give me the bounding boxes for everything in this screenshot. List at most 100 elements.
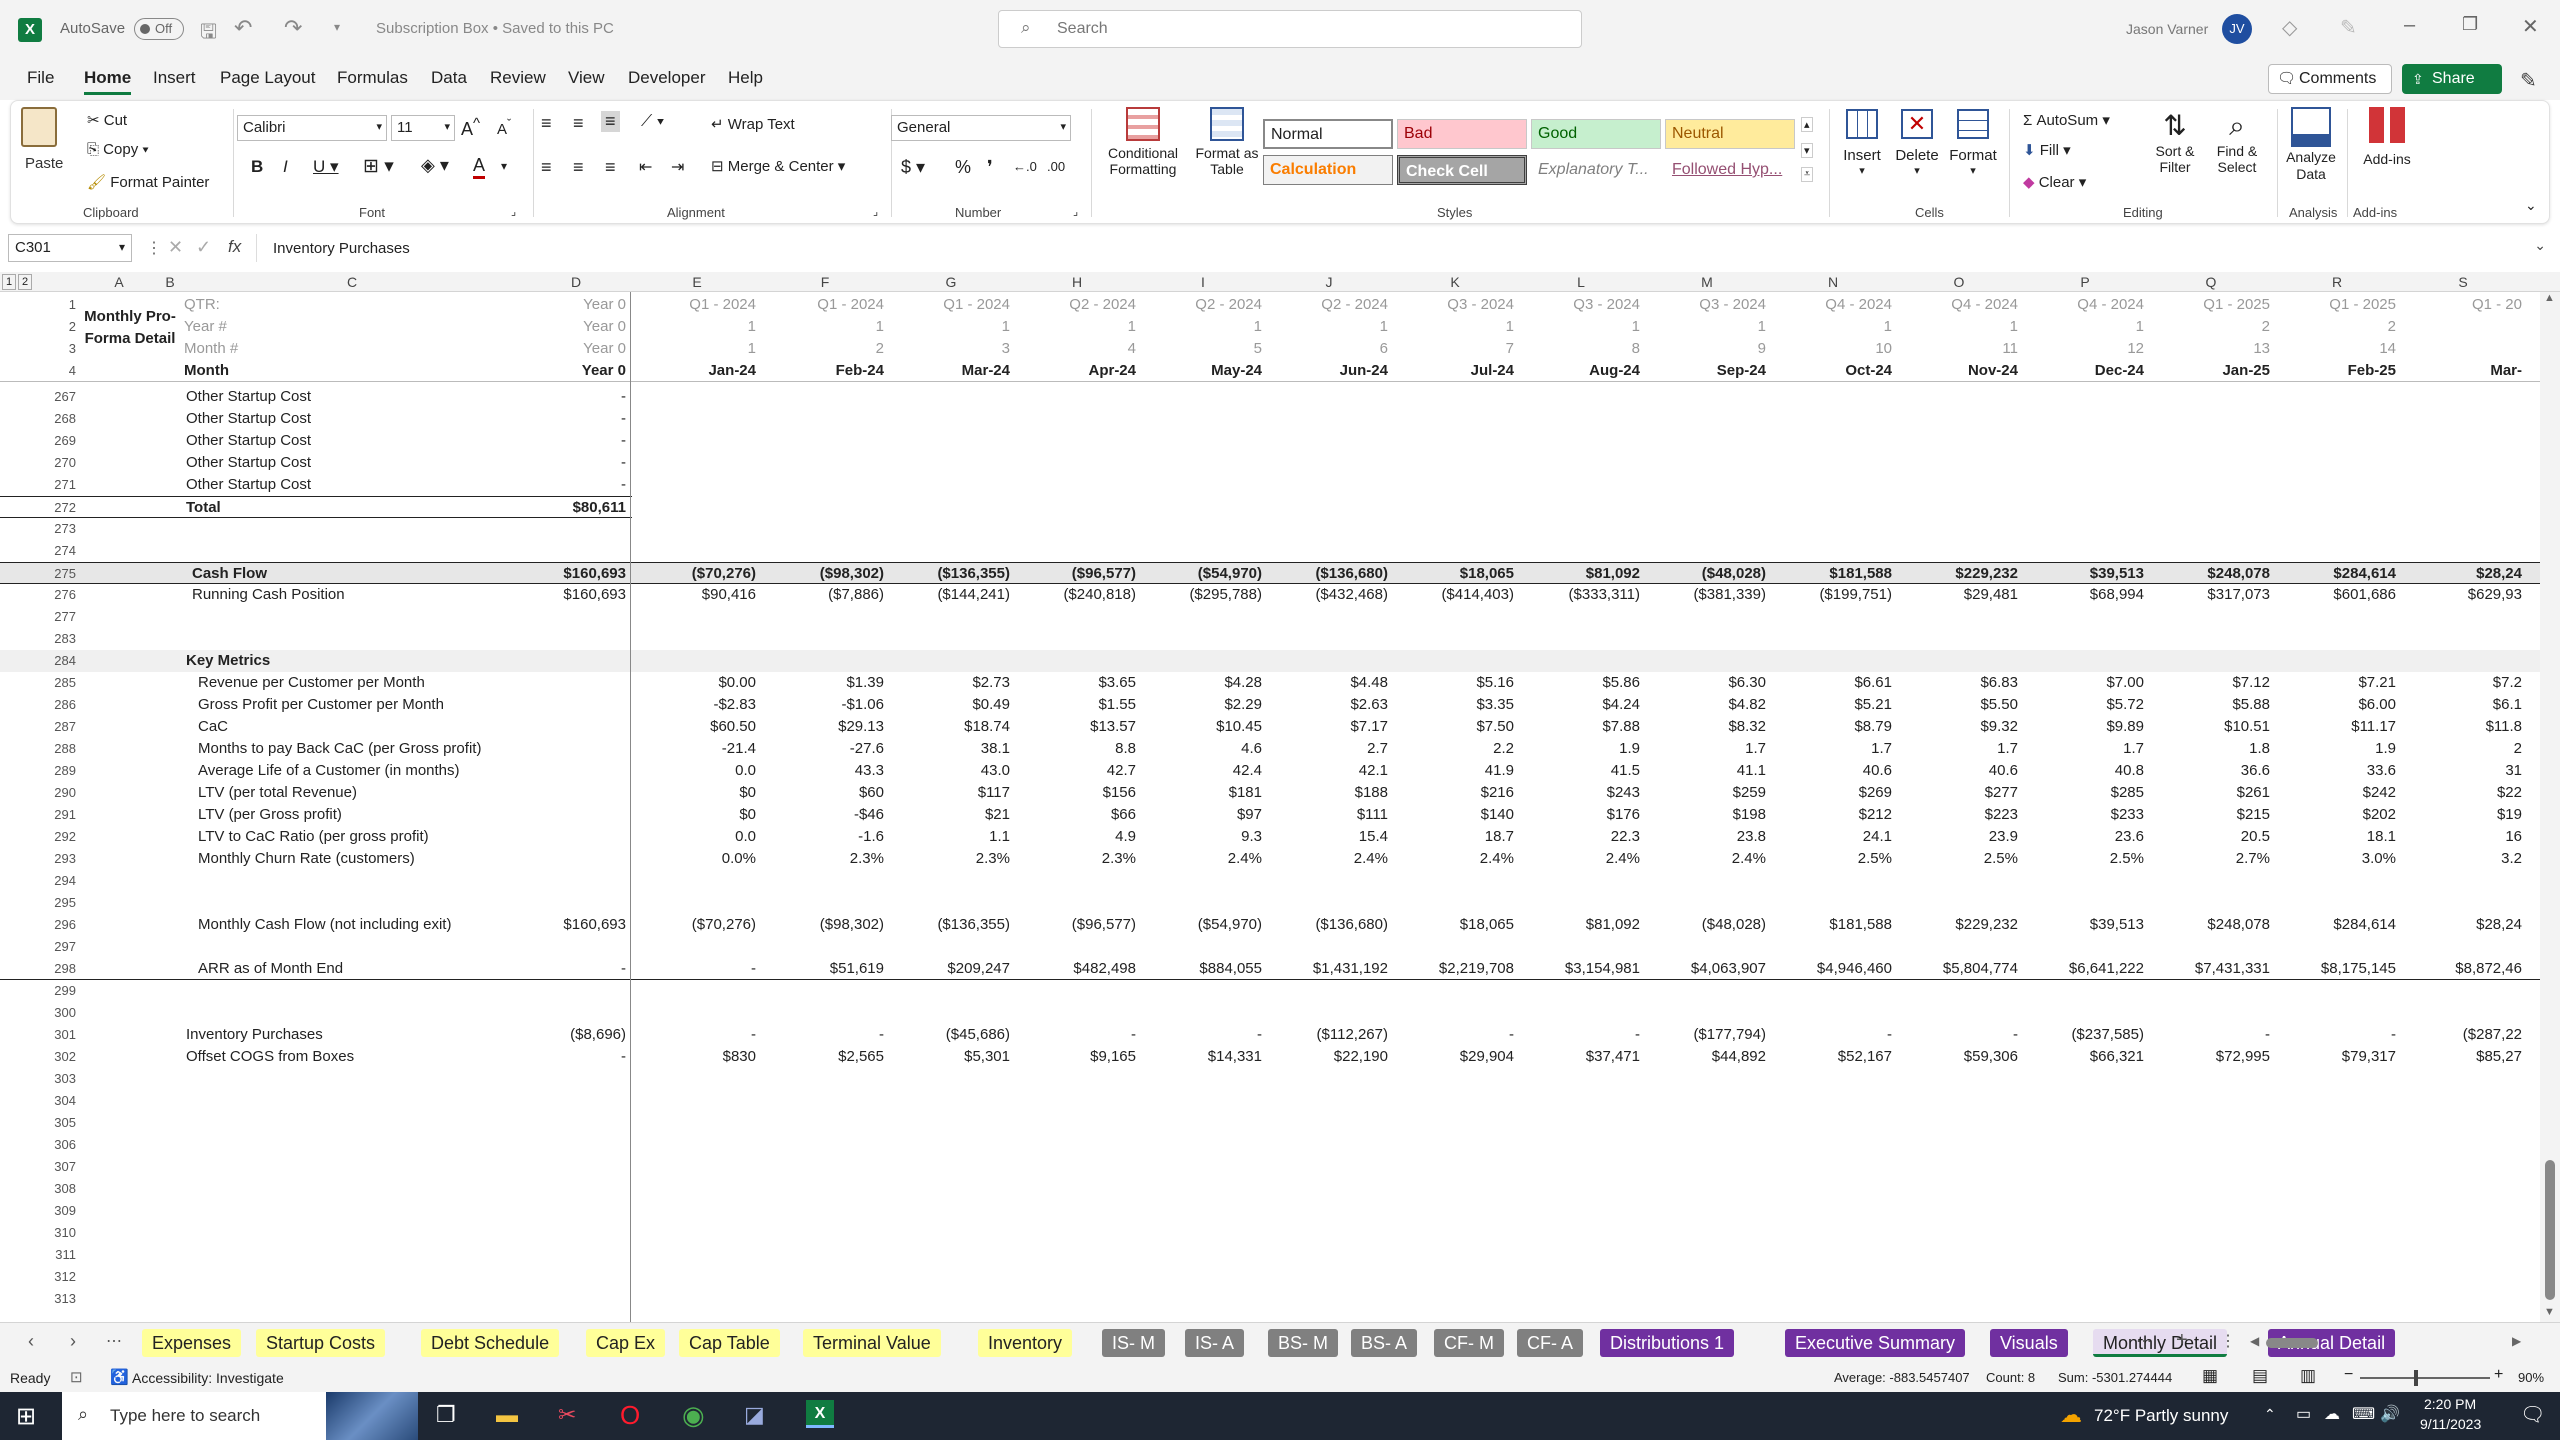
- style-calculation[interactable]: Calculation: [1263, 155, 1393, 185]
- font-name-select[interactable]: Calibri ▾: [237, 115, 387, 141]
- table-cell[interactable]: ($287,22: [2400, 1024, 2522, 1046]
- tab-prev-icon[interactable]: ‹: [28, 1331, 34, 1352]
- table-cell[interactable]: $215: [2148, 804, 2270, 826]
- table-cell[interactable]: $68,994: [2022, 584, 2144, 606]
- undo-icon[interactable]: ↶: [234, 15, 252, 41]
- table-cell[interactable]: 12: [2022, 338, 2144, 360]
- table-cell[interactable]: $216: [1392, 782, 1514, 804]
- table-cell[interactable]: $29,904: [1392, 1046, 1514, 1068]
- table-cell[interactable]: $0: [634, 782, 756, 804]
- table-cell[interactable]: $4.24: [1518, 694, 1640, 716]
- table-cell[interactable]: $3,154,981: [1518, 958, 1640, 980]
- menu-help[interactable]: Help: [728, 68, 763, 88]
- table-cell[interactable]: $5.72: [2022, 694, 2144, 716]
- row-number[interactable]: 295: [36, 892, 76, 914]
- table-cell[interactable]: $9.89: [2022, 716, 2144, 738]
- table-cell[interactable]: ($333,311): [1518, 584, 1640, 606]
- table-cell[interactable]: $884,055: [1140, 958, 1262, 980]
- table-cell[interactable]: $6.00: [2274, 694, 2396, 716]
- comma-icon[interactable]: ❜: [987, 157, 993, 178]
- task-view-icon[interactable]: ❐: [436, 1402, 456, 1428]
- table-cell[interactable]: $97: [1140, 804, 1262, 826]
- table-cell[interactable]: $601,686: [2274, 584, 2396, 606]
- column-header-k[interactable]: K: [1392, 272, 1518, 292]
- menu-data[interactable]: Data: [431, 68, 467, 88]
- row-label[interactable]: QTR:: [184, 294, 514, 316]
- table-cell[interactable]: 2.7%: [2148, 848, 2270, 870]
- column-header-c[interactable]: C: [182, 272, 522, 292]
- table-cell[interactable]: 41.1: [1644, 760, 1766, 782]
- table-cell[interactable]: 40.6: [1770, 760, 1892, 782]
- row-number[interactable]: 277: [36, 606, 76, 628]
- italic-icon[interactable]: I: [283, 157, 288, 177]
- menu-review[interactable]: Review: [490, 68, 546, 88]
- year0-cell[interactable]: -: [522, 958, 626, 980]
- year0-cell[interactable]: $160,693: [522, 914, 626, 936]
- year0-cell[interactable]: -: [522, 430, 626, 452]
- table-cell[interactable]: ($48,028): [1644, 914, 1766, 936]
- table-cell[interactable]: 11: [1896, 338, 2018, 360]
- row-number[interactable]: 291: [36, 804, 76, 826]
- scroll-left-icon[interactable]: ◀: [2250, 1334, 2259, 1348]
- expand-formula-icon[interactable]: ⌄: [2534, 237, 2546, 254]
- table-cell[interactable]: 0.0: [634, 826, 756, 848]
- table-cell[interactable]: $29.13: [762, 716, 884, 738]
- table-cell[interactable]: ($96,577): [1014, 563, 1136, 585]
- column-header-j[interactable]: J: [1266, 272, 1392, 292]
- table-cell[interactable]: -: [2148, 1024, 2270, 1046]
- year0-cell[interactable]: -: [522, 408, 626, 430]
- app-icon[interactable]: ◪: [744, 1402, 765, 1428]
- table-cell[interactable]: ($136,355): [888, 563, 1010, 585]
- chrome-icon[interactable]: ◉: [682, 1400, 705, 1431]
- decrease-indent-icon[interactable]: ⇤: [639, 157, 652, 177]
- table-cell[interactable]: $223: [1896, 804, 2018, 826]
- row-number[interactable]: 298: [36, 958, 76, 980]
- table-cell[interactable]: 1: [1518, 316, 1640, 338]
- table-cell[interactable]: -: [1392, 1024, 1514, 1046]
- table-cell[interactable]: $0.49: [888, 694, 1010, 716]
- table-cell[interactable]: $261: [2148, 782, 2270, 804]
- row-label[interactable]: Gross Profit per Customer per Month: [198, 694, 528, 716]
- table-cell[interactable]: -: [1770, 1024, 1892, 1046]
- table-cell[interactable]: $269: [1770, 782, 1892, 804]
- sheet-tab[interactable]: CF- M: [1434, 1329, 1504, 1357]
- increase-indent-icon[interactable]: ⇥: [671, 157, 684, 177]
- table-cell[interactable]: $19: [2400, 804, 2522, 826]
- table-cell[interactable]: $284,614: [2274, 563, 2396, 585]
- table-cell[interactable]: 20.5: [2148, 826, 2270, 848]
- table-cell[interactable]: 0.0%: [634, 848, 756, 870]
- table-cell[interactable]: Jan-25: [2148, 360, 2270, 382]
- column-header-i[interactable]: I: [1140, 272, 1266, 292]
- row-number[interactable]: 273: [36, 518, 76, 540]
- column-header-h[interactable]: H: [1014, 272, 1140, 292]
- comments-button[interactable]: 🗨 Comments: [2268, 64, 2392, 94]
- table-cell[interactable]: 41.5: [1518, 760, 1640, 782]
- scroll-right-icon[interactable]: ▶: [2512, 1334, 2521, 1348]
- table-cell[interactable]: 1: [634, 338, 756, 360]
- notifications-icon[interactable]: 🗨: [2520, 1402, 2545, 1427]
- table-cell[interactable]: $7.00: [2022, 672, 2144, 694]
- table-cell[interactable]: $6.83: [1896, 672, 2018, 694]
- table-cell[interactable]: Aug-24: [1518, 360, 1640, 382]
- table-cell[interactable]: Q1 - 2025: [2148, 294, 2270, 316]
- style-followed-hyperlink[interactable]: Followed Hyp...: [1665, 155, 1795, 185]
- row-label[interactable]: Month: [184, 360, 514, 382]
- menu-file[interactable]: File: [27, 68, 54, 88]
- table-cell[interactable]: $8.79: [1770, 716, 1892, 738]
- table-cell[interactable]: May-24: [1140, 360, 1262, 382]
- paste-button[interactable]: Paste: [21, 107, 63, 187]
- table-cell[interactable]: $37,471: [1518, 1046, 1640, 1068]
- row-number[interactable]: 289: [36, 760, 76, 782]
- table-cell[interactable]: Oct-24: [1770, 360, 1892, 382]
- table-cell[interactable]: Jul-24: [1392, 360, 1514, 382]
- autosum-button[interactable]: Σ AutoSum ▾: [2023, 111, 2110, 129]
- table-cell[interactable]: 15.4: [1266, 826, 1388, 848]
- customize-qat-icon[interactable]: ▾: [334, 20, 340, 34]
- table-cell[interactable]: ($414,403): [1392, 584, 1514, 606]
- sheet-title-cell[interactable]: Monthly Pro-Forma Detail: [80, 306, 180, 350]
- table-cell[interactable]: $14,331: [1140, 1046, 1262, 1068]
- table-cell[interactable]: 1: [1644, 316, 1766, 338]
- row-label[interactable]: Month #: [184, 338, 514, 360]
- table-cell[interactable]: 2.4%: [1518, 848, 1640, 870]
- table-cell[interactable]: -21.4: [634, 738, 756, 760]
